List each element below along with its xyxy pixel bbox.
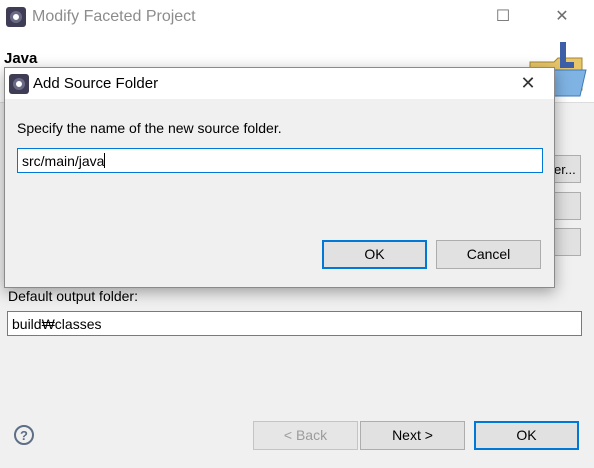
main-title-bar: Modify Faceted Project ☐ ✕: [0, 0, 594, 36]
default-output-label: Default output folder:: [8, 288, 138, 304]
default-output-field[interactable]: build₩classes: [7, 311, 582, 336]
dialog-ok-button[interactable]: OK: [322, 240, 427, 269]
side-button-label: er...: [554, 162, 576, 177]
ok-button[interactable]: OK: [474, 421, 579, 450]
dialog-prompt: Specify the name of the new source folde…: [17, 120, 282, 136]
source-folder-input[interactable]: src/main/java: [17, 148, 543, 173]
next-button[interactable]: Next >: [360, 421, 465, 450]
close-icon[interactable]: ✕: [506, 68, 550, 99]
back-button[interactable]: < Back: [253, 421, 358, 450]
dialog-title-bar: Add Source Folder ✕: [5, 68, 554, 99]
page-title: Java: [4, 50, 38, 67]
maximize-button[interactable]: ☐: [474, 0, 532, 36]
close-window-button[interactable]: ✕: [533, 0, 591, 36]
dialog-cancel-button[interactable]: Cancel: [436, 240, 541, 269]
question-icon[interactable]: ?: [14, 425, 34, 445]
eclipse-app-icon: [9, 74, 29, 94]
eclipse-app-icon: [6, 7, 26, 27]
source-folder-value: src/main/java: [22, 153, 105, 169]
add-source-folder-dialog: Add Source Folder ✕ Specify the name of …: [4, 67, 555, 288]
text-caret: [104, 153, 106, 168]
dialog-title: Add Source Folder: [33, 75, 159, 92]
window-title: Modify Faceted Project: [32, 8, 196, 25]
